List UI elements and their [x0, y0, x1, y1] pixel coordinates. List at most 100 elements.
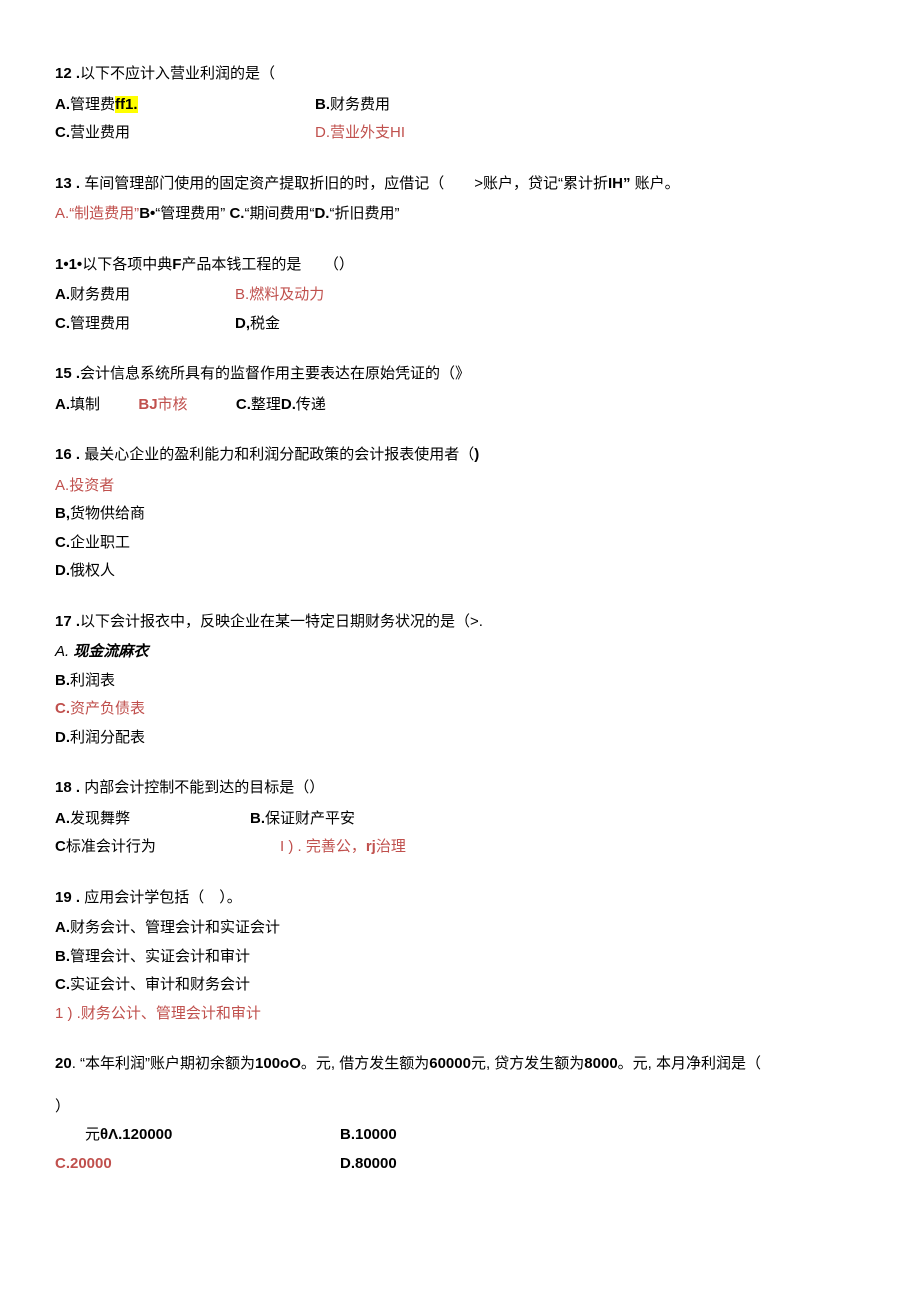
- q18-optC: C标准会计行为: [55, 833, 280, 862]
- q12-body: 以下不应计入营业利润的是（: [80, 65, 275, 82]
- q15-A-prefix: A.: [55, 396, 70, 413]
- q17-B-text: 利润表: [70, 672, 115, 689]
- q19-optC: C.实证会计、审计和财务会计: [55, 971, 865, 1000]
- q19-number: 19: [55, 889, 72, 906]
- q12-D-prefix: D.: [315, 124, 330, 141]
- q20-A-prefix: 元: [85, 1126, 100, 1143]
- q20-b1: 100oO: [255, 1055, 301, 1072]
- q19-B-prefix: B.: [55, 948, 70, 965]
- q12-A-prefix: A.: [55, 96, 70, 113]
- q20-row1: 元θΛ.120000 B.10000: [55, 1121, 865, 1150]
- question-20: 20. “本年利润”账户期初余额为100oO。元, 借方发生额为60000元, …: [55, 1050, 865, 1178]
- q20-t3: 元, 贷方发生额为: [471, 1055, 584, 1072]
- q12-C-text: 营业费用: [70, 124, 130, 141]
- q18-C-prefix: C: [55, 838, 66, 855]
- q18-D-prefix: I ) .: [280, 838, 302, 855]
- q20-optC: C.20000: [55, 1150, 340, 1179]
- q19-optA: A.财务会计、管理会计和实证会计: [55, 914, 865, 943]
- question-15: 15 .会计信息系统所具有的监督作用主要表达在原始凭证的（》 A.填制 BJ市核…: [55, 360, 865, 419]
- q13-C-prefix: C.: [229, 205, 244, 222]
- q18-D-text2: 治理: [376, 838, 406, 855]
- q19-B-text: 管理会计、实证会计和审计: [70, 948, 250, 965]
- q17-number: 17: [55, 613, 72, 630]
- q18-optB: B.保证财产平安: [250, 805, 355, 834]
- q17-optC: C.资产负债表: [55, 695, 865, 724]
- q18-A-text: 发现舞弊: [70, 810, 130, 827]
- q18-number: 18: [55, 779, 72, 796]
- q15-D-prefix: D.: [281, 396, 296, 413]
- q18-row2: C标准会计行为 I ) . 完善公，rj治理: [55, 833, 865, 862]
- q18-optD: I ) . 完善公，rj治理: [280, 833, 406, 862]
- q18-B-prefix: B.: [250, 810, 265, 827]
- q13-tailb: IH”: [608, 175, 631, 192]
- q16-C-text: 企业职工: [70, 534, 130, 551]
- q14-A-prefix: A.: [55, 286, 70, 303]
- q19-D-text: 财务公计、管理会计和审计: [81, 1005, 261, 1022]
- question-13-text: 13 . 车间管理部门使用的固定资产提取折旧的时，应借记（ >账户，贷记“累计折…: [55, 170, 865, 199]
- q15-dot: .: [72, 365, 80, 382]
- q12-optD: D.营业外支HI: [315, 119, 405, 148]
- q15-body: 会计信息系统所具有的监督作用主要表达在原始凭证的（》: [80, 365, 470, 382]
- q12-row2: C.营业费用 D.营业外支HI: [55, 119, 865, 148]
- q13-number: 13: [55, 175, 72, 192]
- question-14-text: 1•1•以下各项中典F产品本钱工程的是 （）: [55, 251, 865, 280]
- question-17: 17 .以下会计报衣中，反映企业在某一特定日期财务状况的是（>. A. 现金流麻…: [55, 608, 865, 753]
- q14-midb: F: [172, 256, 181, 273]
- q20-optB: B.10000: [340, 1121, 397, 1150]
- question-12: 12 .以下不应计入营业利润的是（ A.管理费ff1. B.财务费用 C.营业费…: [55, 60, 865, 148]
- q13-B-prefix: B•: [139, 205, 155, 222]
- q17-body: 以下会计报衣中，反映企业在某一特定日期财务状况的是（>.: [80, 613, 483, 630]
- q14-optD: D,税金: [235, 310, 280, 339]
- q16-dot: .: [72, 446, 80, 463]
- q13-dot: .: [72, 175, 80, 192]
- q20-B-text: B.10000: [340, 1126, 397, 1143]
- q12-B-text: 财务费用: [330, 96, 390, 113]
- q18-A-prefix: A.: [55, 810, 70, 827]
- question-16: 16 . 最关心企业的盈利能力和利润分配政策的会计报表使用者（) A.投资者 B…: [55, 441, 865, 586]
- q17-A-prefix: A.: [55, 643, 73, 660]
- q20-optA: 元θΛ.120000: [55, 1121, 340, 1150]
- q20-C-text: C.20000: [55, 1155, 112, 1172]
- q15-C-prefix: C.: [236, 396, 251, 413]
- q13-tail2: 账户。: [630, 175, 679, 192]
- question-19: 19 . 应用会计学包括（ ）。 A.财务会计、管理会计和实证会计 B.管理会计…: [55, 884, 865, 1029]
- q16-A-text: 投资者: [69, 477, 114, 494]
- q12-number: 12: [55, 65, 72, 82]
- q13-D-prefix: D.: [314, 205, 329, 222]
- q16-optB: B,货物供给商: [55, 500, 865, 529]
- q18-body: 内部会计控制不能到达的目标是（）: [80, 779, 324, 796]
- q17-optD: D.利润分配表: [55, 724, 865, 753]
- q14-B-prefix: B.: [235, 286, 249, 303]
- q18-D-text1: 完善公，: [302, 838, 366, 855]
- q14-row2: C.管理费用 D,税金: [55, 310, 865, 339]
- q12-optB: B.财务费用: [315, 91, 390, 120]
- q16-B-text: 货物供给商: [70, 505, 145, 522]
- q16-tailb: ): [474, 446, 479, 463]
- q15-options: A.填制 BJ市核 C.整理D.传递: [55, 391, 865, 420]
- q16-number: 16: [55, 446, 72, 463]
- q18-D-b: rj: [366, 838, 376, 855]
- question-12-text: 12 .以下不应计入营业利润的是（: [55, 60, 865, 89]
- q15-B-text: 市核: [158, 396, 188, 413]
- question-13: 13 . 车间管理部门使用的固定资产提取折旧的时，应借记（ >账户，贷记“累计折…: [55, 170, 865, 229]
- q14-row1: A.财务费用 B.燃料及动力: [55, 281, 865, 310]
- q18-C-text: 标准会计行为: [66, 838, 156, 855]
- q12-C-prefix: C.: [55, 124, 70, 141]
- q19-optD: 1 ) .财务公计、管理会计和审计: [55, 1000, 865, 1029]
- q15-A-text: 填制: [70, 396, 100, 413]
- q16-D-prefix: D.: [55, 562, 70, 579]
- q18-row1: A.发现舞弊 B.保证财产平安: [55, 805, 865, 834]
- q14-number: 1•1•: [55, 256, 82, 273]
- q13-A-prefix: A.: [55, 205, 69, 222]
- q12-D-text: 营业外支HI: [330, 124, 405, 141]
- q17-C-prefix: C.: [55, 700, 70, 717]
- q19-optB: B.管理会计、实证会计和审计: [55, 943, 865, 972]
- q12-B-prefix: B.: [315, 96, 330, 113]
- q19-C-text: 实证会计、审计和财务会计: [70, 976, 250, 993]
- q20-b3: 8000: [584, 1055, 617, 1072]
- q19-A-prefix: A.: [55, 919, 70, 936]
- q14-optA: A.财务费用: [55, 281, 235, 310]
- q16-A-prefix: A.: [55, 477, 69, 494]
- q17-optA: A. 现金流麻衣: [55, 638, 865, 667]
- q19-body: 应用会计学包括（ ）。: [80, 889, 242, 906]
